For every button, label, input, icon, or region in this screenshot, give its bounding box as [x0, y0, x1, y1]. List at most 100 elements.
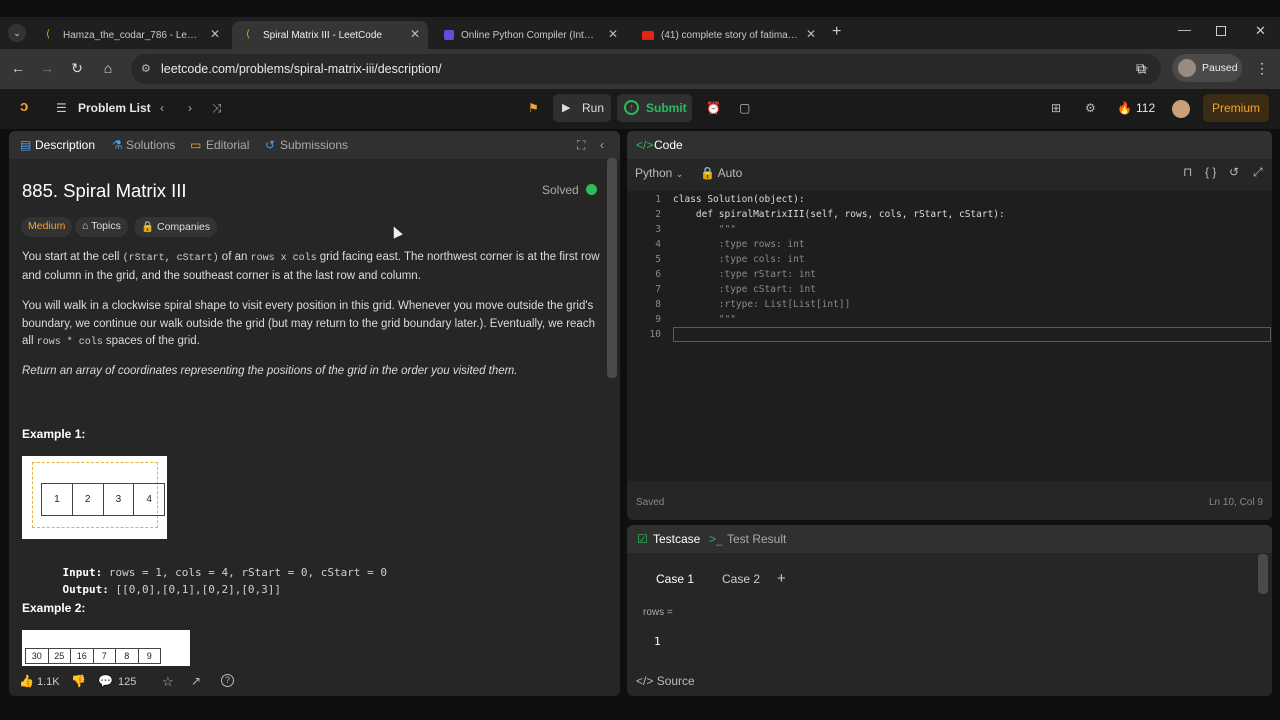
- tab-description[interactable]: Description: [35, 138, 95, 152]
- window-close-icon[interactable]: ✕: [1255, 23, 1266, 39]
- alarm-icon[interactable]: ⏰: [706, 101, 721, 115]
- user-avatar[interactable]: [1172, 100, 1190, 118]
- home-icon[interactable]: ⌂: [99, 60, 117, 76]
- browser-tab-active[interactable]: ⟨ Spiral Matrix III - LeetCode ✕: [232, 21, 428, 49]
- streak-count[interactable]: 112: [1136, 101, 1155, 115]
- favorite-star-icon[interactable]: ☆: [162, 674, 174, 690]
- address-bar[interactable]: ⚙ leetcode.com/problems/spiral-matrix-ii…: [131, 54, 1161, 84]
- description-scrollbar[interactable]: [607, 158, 617, 378]
- run-button[interactable]: ▶ Run: [553, 94, 611, 122]
- braces-icon[interactable]: { }: [1205, 165, 1216, 179]
- submit-button[interactable]: ↑ Submit: [617, 94, 692, 122]
- testcase-panel: ☑ Testcase >_ Test Result Case 1 Case 2 …: [627, 525, 1272, 696]
- notes-icon[interactable]: ▢: [739, 101, 750, 115]
- code-panel: </> Code Python ⌄ 🔒 Auto ⊓ { } ↺ ⤢ 1 2 3…: [627, 131, 1272, 520]
- variable-label: rows =: [643, 607, 673, 618]
- new-tab-button[interactable]: +: [832, 23, 841, 41]
- minimize-icon[interactable]: —: [1178, 22, 1191, 37]
- grid-cell: 7: [94, 649, 116, 663]
- lock-icon: 🔒: [141, 221, 155, 233]
- leetcode-icon: ⟨: [246, 29, 250, 40]
- expand-icon[interactable]: ⤢: [1253, 165, 1263, 180]
- submissions-icon: ↺: [265, 138, 276, 152]
- premium-button[interactable]: Premium: [1203, 94, 1269, 122]
- example-1-title: Example 1:: [22, 427, 86, 441]
- case-1-tab[interactable]: Case 1: [648, 572, 702, 596]
- tab-editorial[interactable]: Editorial: [206, 138, 249, 152]
- tab-test-result[interactable]: Test Result: [727, 532, 786, 546]
- next-problem-icon[interactable]: ›: [188, 101, 192, 115]
- bookmark-icon[interactable]: ⊓: [1183, 165, 1192, 179]
- testcase-scrollbar[interactable]: [1258, 554, 1268, 594]
- tab-testcase[interactable]: Testcase: [653, 532, 700, 546]
- layout-icon[interactable]: ⊞: [1051, 101, 1061, 115]
- menu-icon[interactable]: ⋮: [1253, 60, 1271, 77]
- problem-paragraph-1: You start at the cell (rStart, cStart) o…: [22, 251, 600, 282]
- problem-list-link[interactable]: Problem List: [78, 101, 151, 115]
- tab-solutions[interactable]: Solutions: [126, 138, 175, 152]
- browser-tab[interactable]: Online Python Compiler (Interpreter) ✕: [430, 21, 626, 49]
- code-line: """: [673, 224, 736, 235]
- grid-cell: 16: [71, 649, 94, 663]
- line-number: 9: [655, 314, 661, 325]
- leetcode-logo[interactable]: ↄ: [20, 98, 28, 115]
- add-case-button[interactable]: +: [777, 570, 786, 587]
- debug-icon[interactable]: ⚑: [528, 101, 539, 115]
- code-line: :type rStart: int: [673, 269, 816, 280]
- shuffle-icon[interactable]: ⤨: [212, 101, 222, 116]
- line-number: 5: [655, 254, 661, 265]
- youtube-icon: [642, 30, 654, 40]
- code-tabbar: </> Code: [627, 131, 1272, 159]
- help-icon[interactable]: ?: [221, 674, 234, 687]
- code-line: :type rows: int: [673, 239, 805, 250]
- fullscreen-icon[interactable]: ⛶: [577, 138, 585, 153]
- close-icon[interactable]: ✕: [608, 27, 618, 41]
- source-footer[interactable]: </> Source: [636, 674, 695, 688]
- profile-button[interactable]: Paused: [1172, 54, 1242, 82]
- tab-search-button[interactable]: ⌄: [8, 24, 26, 42]
- description-panel: ▤ Description ⚗ Solutions ▭ Editorial ↺ …: [9, 131, 620, 696]
- comment-icon[interactable]: 💬: [98, 674, 113, 688]
- close-icon[interactable]: ✕: [806, 27, 816, 41]
- code-line: :type cStart: int: [673, 284, 816, 295]
- language-select[interactable]: Python ⌄: [635, 166, 683, 180]
- topics-tag[interactable]: ⌂ Topics: [75, 217, 128, 237]
- browser-tab[interactable]: ⟨ Hamza_the_codar_786 - LeetCode ✕: [32, 21, 228, 49]
- reload-icon[interactable]: ↻: [68, 60, 86, 77]
- settings-icon[interactable]: ⚙: [1085, 101, 1096, 115]
- companies-tag[interactable]: 🔒 Companies: [134, 217, 218, 237]
- variable-input[interactable]: 1: [641, 626, 1255, 656]
- line-number: 1: [655, 194, 661, 205]
- extensions-icon[interactable]: ⧉: [1132, 60, 1150, 77]
- forward-icon[interactable]: →: [38, 60, 56, 76]
- code-editor[interactable]: 1 2 3 4 5 6 7 8 9 10 class Solution(obje…: [627, 191, 1272, 481]
- restore-icon[interactable]: [1216, 26, 1226, 36]
- problem-title: 885. Spiral Matrix III: [22, 180, 187, 201]
- close-icon[interactable]: ✕: [210, 27, 220, 41]
- streak-fire-icon[interactable]: 🔥: [1117, 101, 1132, 115]
- saved-status: Saved: [636, 497, 665, 508]
- close-icon[interactable]: ✕: [410, 27, 420, 41]
- play-icon: ▶: [562, 102, 571, 114]
- problem-list-icon: ☰: [56, 101, 67, 115]
- auto-mode-toggle[interactable]: 🔒 Auto: [700, 166, 742, 180]
- case-2-tab[interactable]: Case 2: [714, 572, 768, 596]
- share-icon[interactable]: ↗: [191, 674, 201, 688]
- check-circle-icon: [586, 184, 598, 195]
- site-info-icon[interactable]: ⚙: [141, 54, 151, 84]
- browser-tab-strip: ⌄ ⟨ Hamza_the_codar_786 - LeetCode ✕ ⟨ S…: [0, 17, 1280, 49]
- editorial-icon: ▭: [190, 138, 202, 152]
- code-line: def spiralMatrixIII(self, rows, cols, rS…: [673, 209, 1005, 220]
- prev-problem-icon[interactable]: ‹: [160, 101, 164, 115]
- collapse-icon[interactable]: ‹: [600, 138, 604, 152]
- like-icon[interactable]: 👍: [19, 674, 34, 688]
- tab-submissions[interactable]: Submissions: [280, 138, 348, 152]
- difficulty-badge[interactable]: Medium: [21, 217, 73, 237]
- url-text: leetcode.com/problems/spiral-matrix-iii/…: [161, 62, 442, 76]
- dislike-icon[interactable]: 👎: [71, 674, 86, 688]
- back-icon[interactable]: ←: [9, 60, 27, 76]
- solutions-icon: ⚗: [112, 138, 123, 152]
- reset-icon[interactable]: ↺: [1229, 165, 1239, 179]
- tab-code[interactable]: Code: [654, 138, 683, 152]
- browser-tab[interactable]: (41) complete story of fatima jinnah ✕: [628, 21, 824, 49]
